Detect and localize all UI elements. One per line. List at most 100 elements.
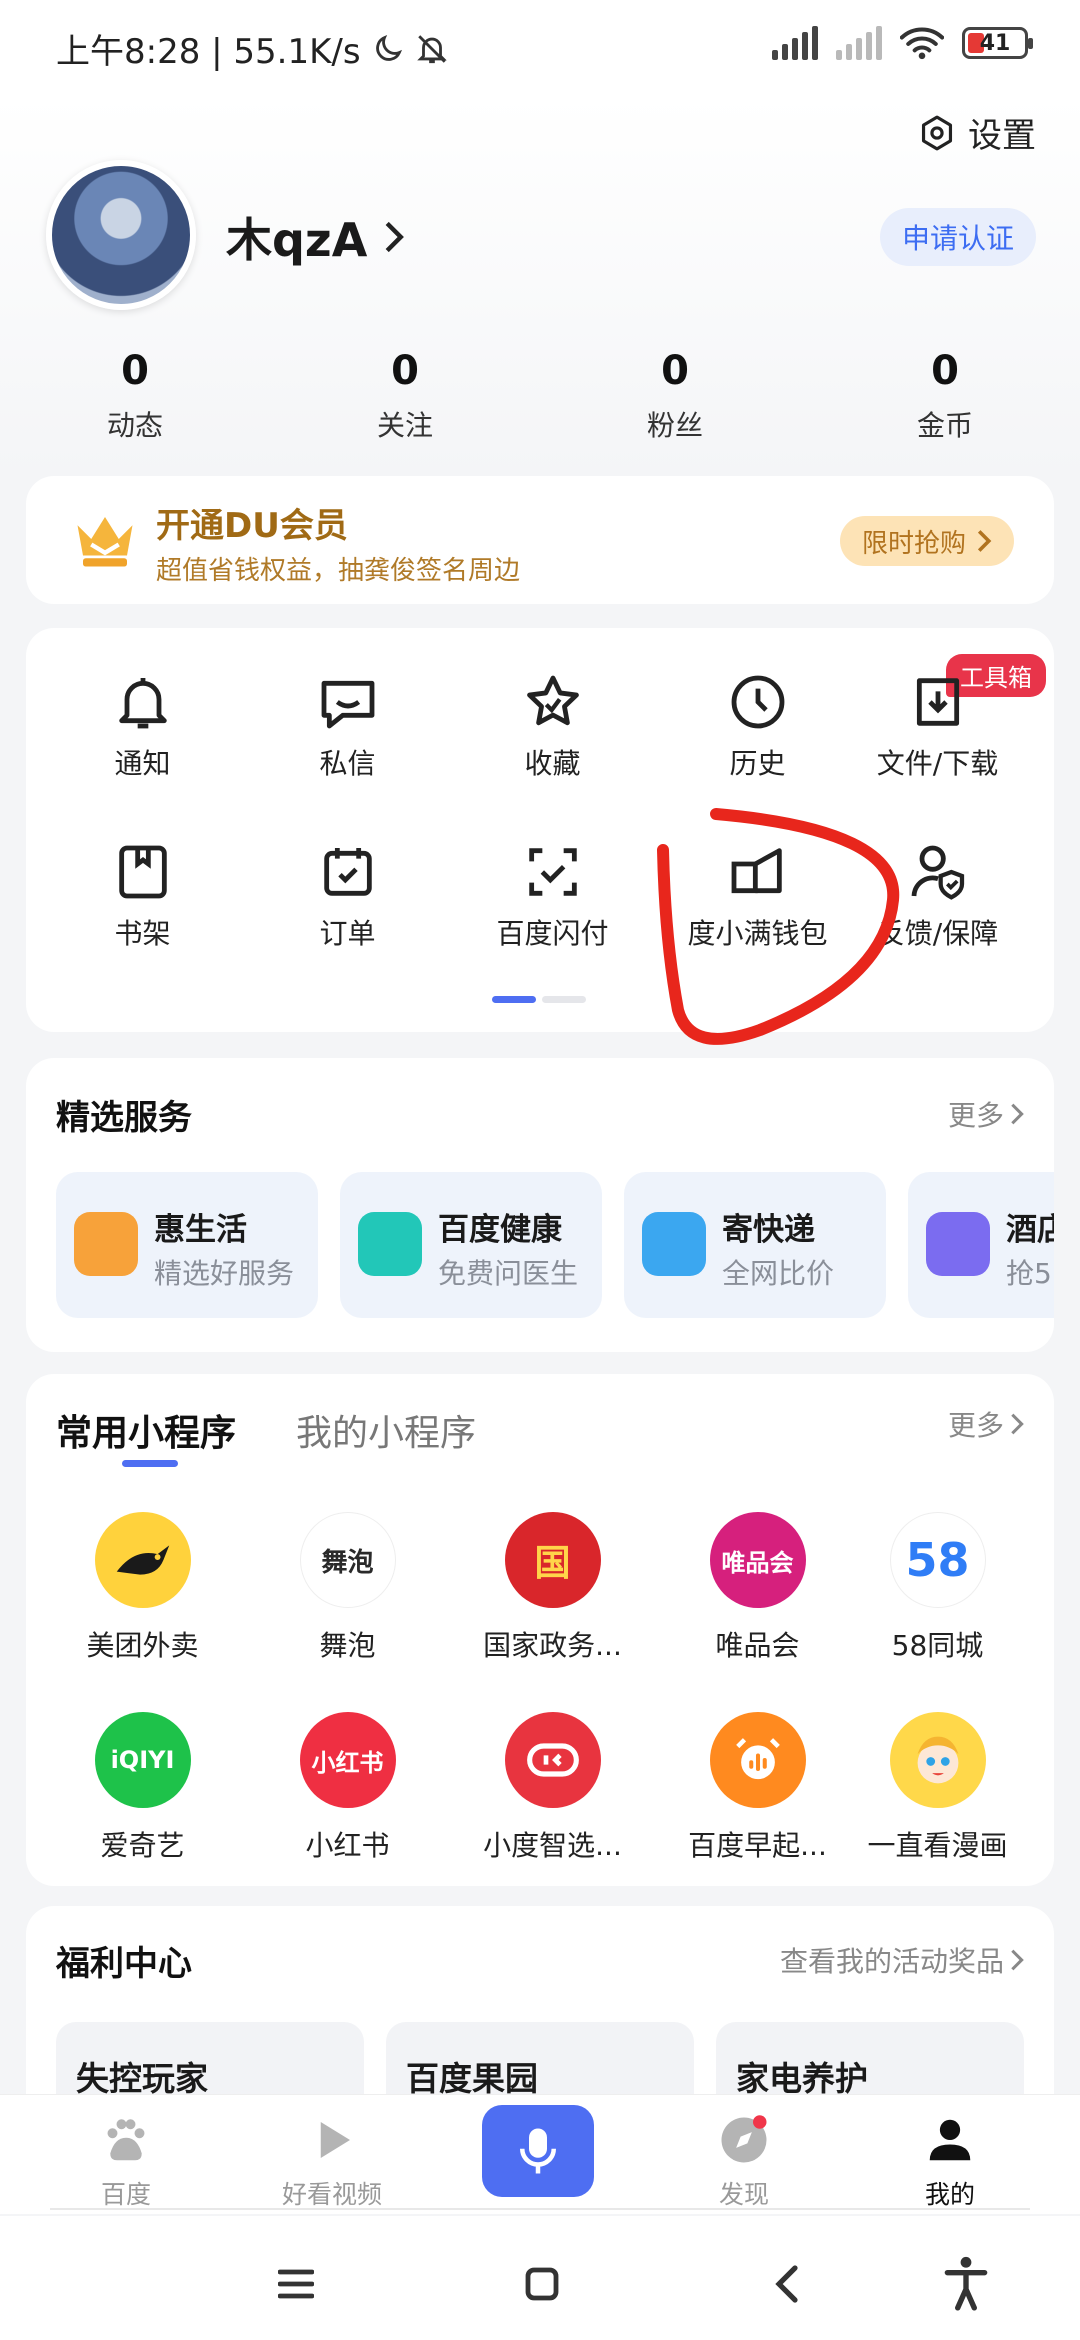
- tool-feedback[interactable]: 反馈/保障: [835, 840, 1040, 952]
- smile-bag-icon: [74, 1212, 138, 1276]
- stat-following[interactable]: 0 关注: [270, 348, 540, 458]
- mini-label: 美团外卖: [86, 1629, 199, 1662]
- profile-stats: 0 动态 0 关注 0 粉丝 0 金币: [0, 348, 1080, 458]
- mini-xiaohongshu[interactable]: 小红书 小红书: [245, 1712, 450, 1864]
- apply-certification-button[interactable]: 申请认证: [879, 208, 1036, 266]
- gear-icon: [921, 115, 953, 150]
- nav-label: 发现: [718, 2180, 769, 2209]
- order-icon: [323, 848, 372, 896]
- more-label: 更多: [947, 1099, 1004, 1132]
- mini-manga[interactable]: 一直看漫画: [835, 1712, 1040, 1864]
- mini-xiaodu[interactable]: 小度智选...: [450, 1712, 655, 1864]
- signal-2-icon: [836, 26, 882, 60]
- voice-search-button[interactable]: [482, 2105, 594, 2197]
- accessibility-icon[interactable]: [940, 2254, 992, 2312]
- tool-wallet[interactable]: 度小满钱包: [655, 840, 860, 952]
- tool-orders[interactable]: 订单: [245, 840, 450, 952]
- vipshop-logo: 唯品会: [709, 1512, 806, 1608]
- page-dot: [542, 996, 586, 1003]
- tool-downloads[interactable]: 文件/下载: [835, 670, 1040, 782]
- service-card-health[interactable]: 百度健康 免费问医生: [340, 1172, 602, 1318]
- nav-me[interactable]: 我的: [870, 2113, 1030, 2211]
- service-title: 百度健康: [438, 1212, 562, 1248]
- wallet-icon: [731, 848, 782, 894]
- tools-grid: 工具箱 通知 私信 收藏 历史 文件/下载 书架 订单 百度闪付 度小满钱包 反…: [26, 628, 1054, 1032]
- status-left: 上午8:28 | 55.1K/s: [56, 24, 449, 73]
- chevron-right-icon: [1011, 1949, 1024, 1971]
- nav-discover[interactable]: 发现: [664, 2113, 824, 2211]
- wupao-logo: 舞泡: [299, 1512, 396, 1608]
- tool-history[interactable]: 历史: [655, 670, 860, 782]
- play-icon: [320, 2122, 350, 2158]
- service-subtitle: 免费问医生: [438, 1257, 579, 1290]
- mini-more-link[interactable]: 更多: [948, 1404, 1024, 1444]
- manga-character-icon: [889, 1712, 986, 1808]
- nav-video[interactable]: 好看视频: [252, 2113, 412, 2211]
- microphone-icon: [520, 2128, 556, 2174]
- tool-label: 反馈/保障: [876, 917, 999, 950]
- vip-subtitle: 超值省钱权益，抽龚俊签名周边: [156, 556, 521, 586]
- username-link[interactable]: 木qzA: [226, 204, 407, 270]
- mini-meituan[interactable]: 美团外卖: [40, 1512, 245, 1664]
- welfare-card-title: 失控玩家: [76, 2059, 208, 2098]
- tool-messages[interactable]: 私信: [245, 670, 450, 782]
- mini-vip[interactable]: 唯品会 唯品会: [655, 1512, 860, 1664]
- back-icon[interactable]: [774, 2264, 800, 2304]
- stat-fans[interactable]: 0 粉丝: [540, 348, 810, 458]
- tool-quickpay[interactable]: 百度闪付: [450, 840, 655, 952]
- tool-notifications[interactable]: 通知: [40, 670, 245, 782]
- service-card-hotel[interactable]: 酒店 抢5: [908, 1172, 1054, 1318]
- mini-early-rise[interactable]: 百度早起...: [655, 1712, 860, 1864]
- mini-iqiyi[interactable]: iQIYI 爱奇艺: [40, 1712, 245, 1864]
- limited-buy-label: 限时抢购: [861, 528, 966, 559]
- mini-label: 唯品会: [715, 1629, 800, 1662]
- mini-wupao[interactable]: 舞泡 舞泡: [245, 1512, 450, 1664]
- home-square-icon[interactable]: [524, 2266, 560, 2302]
- service-card-life[interactable]: 惠生活 精选好服务: [56, 1172, 318, 1318]
- tab-common-mini-programs[interactable]: 常用小程序: [56, 1404, 236, 1456]
- chevron-right-icon: [977, 530, 992, 552]
- settings-label: 设置: [968, 116, 1036, 156]
- settings-button[interactable]: 设置: [918, 108, 1036, 157]
- mini-58[interactable]: 58 58同城: [835, 1512, 1040, 1664]
- page-indicator: [492, 996, 586, 1003]
- status-time-speed: 上午8:28 | 55.1K/s: [56, 32, 361, 72]
- vip-banner[interactable]: 开通DU会员 超值省钱权益，抽龚俊签名周边 限时抢购: [26, 476, 1054, 604]
- xiaohongshu-logo: 小红书: [299, 1712, 396, 1808]
- stat-dynamics[interactable]: 0 动态: [0, 348, 270, 458]
- avatar[interactable]: [46, 160, 196, 310]
- menu-icon[interactable]: [278, 2268, 314, 2300]
- mini-label: 百度早起...: [688, 1829, 827, 1862]
- tool-label: 收藏: [524, 747, 581, 780]
- tab-my-mini-programs[interactable]: 我的小程序: [296, 1404, 476, 1456]
- service-title: 酒店: [1006, 1212, 1054, 1248]
- mini-label: 一直看漫画: [867, 1829, 1008, 1862]
- hotel-icon: [926, 1212, 990, 1276]
- bottom-nav: 百度 好看视频 发现 我的: [0, 2094, 1080, 2214]
- iqiyi-logo: iQIYI: [94, 1712, 191, 1808]
- featured-services: 精选服务 更多 惠生活 精选好服务 百度健康 免费问医生 寄快递 全网比价 酒店…: [26, 1058, 1054, 1352]
- nav-baidu[interactable]: 百度: [46, 2113, 206, 2211]
- services-more-link[interactable]: 更多: [948, 1094, 1024, 1134]
- paw-icon: [107, 2119, 145, 2161]
- mini-programs: 常用小程序 我的小程序 更多 美团外卖 舞泡 舞泡 国 国家政务... 唯品会 …: [26, 1374, 1054, 1886]
- xiaodu-icon: [504, 1712, 601, 1808]
- stat-coins[interactable]: 0 金币: [810, 348, 1080, 458]
- service-card-express[interactable]: 寄快递 全网比价: [624, 1172, 886, 1318]
- stat-value: 0: [391, 348, 419, 394]
- tool-bookshelf[interactable]: 书架: [40, 840, 245, 952]
- nav-divider: [50, 2208, 1030, 2210]
- user-icon: [929, 2119, 971, 2161]
- mini-gov[interactable]: 国 国家政务...: [450, 1512, 655, 1664]
- tool-favorites[interactable]: 收藏: [450, 670, 655, 782]
- national-emblem-icon: 国: [504, 1512, 601, 1608]
- welfare-prizes-link[interactable]: 查看我的活动奖品: [780, 1940, 1024, 1980]
- limited-buy-button[interactable]: 限时抢购: [839, 516, 1014, 566]
- status-bar: 上午8:28 | 55.1K/s 41: [0, 0, 1080, 96]
- stat-label: 动态: [106, 409, 163, 442]
- health-cross-icon: [358, 1212, 422, 1276]
- chevron-right-icon: [385, 221, 405, 253]
- battery-icon: 41: [962, 27, 1033, 59]
- service-title: 寄快递: [722, 1212, 815, 1248]
- page-dot-active: [492, 996, 536, 1003]
